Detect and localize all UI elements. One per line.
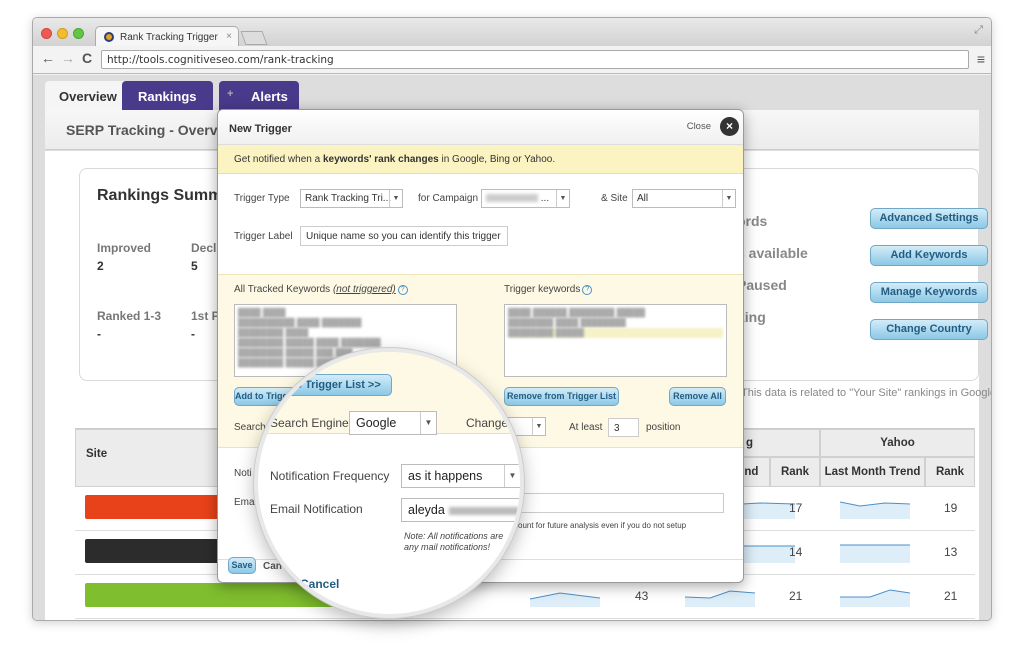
advanced-settings-button[interactable]: Advanced Settings [870, 208, 988, 229]
plus-icon: + [227, 88, 234, 100]
at-least-input[interactable]: 3 [608, 418, 639, 437]
email-label: Ema [234, 497, 255, 508]
campaign-redacted [486, 194, 538, 203]
magnified-add-button[interactable]: o Trigger List >> [258, 374, 392, 396]
url-input[interactable]: http://tools.cognitiveseo.com/rank-track… [101, 50, 969, 69]
position-label: position [646, 422, 681, 433]
save-button[interactable]: Save [228, 557, 256, 574]
rank-value: 43 [635, 589, 649, 603]
trend-sparkline [840, 544, 910, 563]
email-redacted [448, 506, 519, 515]
rank-value: 19 [944, 501, 958, 515]
trigger-type-select[interactable]: Rank Tracking Tri... ▼ [300, 189, 403, 208]
email-input[interactable] [508, 493, 724, 513]
rank-value: 21 [944, 589, 958, 603]
back-icon[interactable]: ← [41, 50, 55, 66]
change-country-button[interactable]: Change Country [870, 319, 988, 340]
search-engine-label: Search Engine [270, 416, 349, 430]
change-label: Change [466, 416, 509, 430]
remove-from-trigger-list-button[interactable]: Remove from Trigger List [504, 387, 619, 406]
notification-note: Note: All notifications are any mail not… [404, 531, 504, 552]
rank-value: 14 [789, 545, 803, 559]
chevron-down-icon: ▼ [532, 418, 545, 435]
trigger-label-input[interactable]: Unique name so you can identify this tri… [300, 226, 508, 246]
last-month-trend-header: Last Month Trend [820, 457, 925, 487]
remove-all-button[interactable]: Remove All [669, 387, 726, 406]
all-keywords-label: All Tracked Keywords (not triggered)? [234, 284, 408, 295]
chevron-down-icon: ▼ [504, 465, 520, 487]
magnifier-lens: o Trigger List >> Search Engine Google ▼ … [254, 348, 524, 618]
title-bar: Rank Tracking Trigger × ⤢ [33, 18, 991, 47]
close-icon[interactable]: × [720, 117, 739, 136]
close-label[interactable]: Close [687, 121, 711, 132]
stat-improved: Improved 2 [97, 241, 152, 273]
trend-sparkline [530, 592, 600, 607]
site-bar [85, 583, 335, 607]
site-select[interactable]: All ▼ [632, 189, 736, 208]
frequency-label: Notification Frequency [270, 469, 390, 483]
site-label: & Site [601, 193, 628, 204]
tab-title: Rank Tracking Trigger [120, 32, 218, 43]
notification-label: Noti [234, 468, 252, 479]
stat-ranked: Ranked 1-3- [97, 309, 162, 341]
fullscreen-icon[interactable]: ⤢ [974, 24, 983, 37]
tab-close-icon[interactable]: × [226, 31, 232, 42]
browser-tab[interactable]: Rank Tracking Trigger × [95, 26, 239, 47]
add-keywords-button[interactable]: Add Keywords [870, 245, 988, 266]
email-notification-input[interactable]: aleyda [401, 498, 520, 522]
trend-sparkline [685, 590, 755, 607]
modal-title: New Trigger [229, 123, 292, 135]
trigger-type-label: Trigger Type [234, 193, 290, 204]
address-bar: ← → C http://tools.cognitiveseo.com/rank… [33, 46, 991, 74]
tab-alerts[interactable]: + Alerts [219, 81, 299, 110]
campaign-select[interactable]: ... ▼ [481, 189, 570, 208]
tab-rankings[interactable]: Rankings [122, 81, 213, 110]
search-engine-select[interactable]: Google ▼ [349, 411, 437, 435]
maximize-window-button[interactable] [73, 28, 84, 39]
trigger-keywords-label: Trigger keywords? [504, 284, 593, 295]
yahoo-header: Yahoo [820, 429, 975, 457]
campaign-label: for Campaign [418, 193, 479, 204]
tab-overview[interactable]: Overview [45, 81, 131, 110]
cancel-button[interactable]: Cancel [300, 577, 339, 591]
favicon-icon [104, 32, 114, 42]
chevron-down-icon: ▼ [389, 190, 402, 207]
chevron-down-icon: ▼ [722, 190, 735, 207]
chevron-down-icon: ▼ [420, 412, 436, 434]
email-notification-label: Email Notification [270, 502, 363, 516]
frequency-select[interactable]: as it happens ▼ [401, 464, 520, 488]
summary-bg-text: Paused [737, 277, 787, 293]
forward-icon[interactable]: → [61, 50, 75, 66]
help-icon: ? [582, 285, 593, 295]
trigger-label-label: Trigger Label [234, 231, 293, 242]
trend-sparkline [840, 501, 910, 519]
future-note: ccount for future analysis even if you d… [510, 521, 687, 530]
manage-keywords-button[interactable]: Manage Keywords [870, 282, 988, 303]
rank-value: 21 [789, 589, 803, 603]
modal-header: New Trigger Close × [218, 110, 743, 145]
tab-alerts-label: Alerts [251, 89, 288, 104]
new-tab-button[interactable] [240, 31, 268, 45]
rank-value: 17 [789, 501, 803, 515]
at-least-label: At least [569, 422, 603, 433]
menu-icon[interactable]: ≡ [977, 51, 985, 67]
summary-bg-text: s available [737, 245, 808, 261]
notice-banner: Get notified when a keywords' rank chang… [218, 145, 743, 174]
chevron-down-icon: ▼ [556, 190, 569, 207]
minimize-window-button[interactable] [57, 28, 68, 39]
rank-header: Rank [925, 457, 975, 487]
help-icon: ? [397, 285, 408, 295]
data-note: This data is related to "Your Site" rank… [741, 387, 992, 399]
notice-bold: keywords' rank changes [322, 154, 439, 165]
trigger-keywords-list[interactable]: ████ ██████ ████████ █████ ████████ ████ … [504, 304, 727, 377]
close-window-button[interactable] [41, 28, 52, 39]
trend-sparkline [840, 589, 910, 607]
reload-icon[interactable]: C [82, 50, 92, 66]
rank-header: Rank [770, 457, 820, 487]
rank-value: 13 [944, 545, 958, 559]
